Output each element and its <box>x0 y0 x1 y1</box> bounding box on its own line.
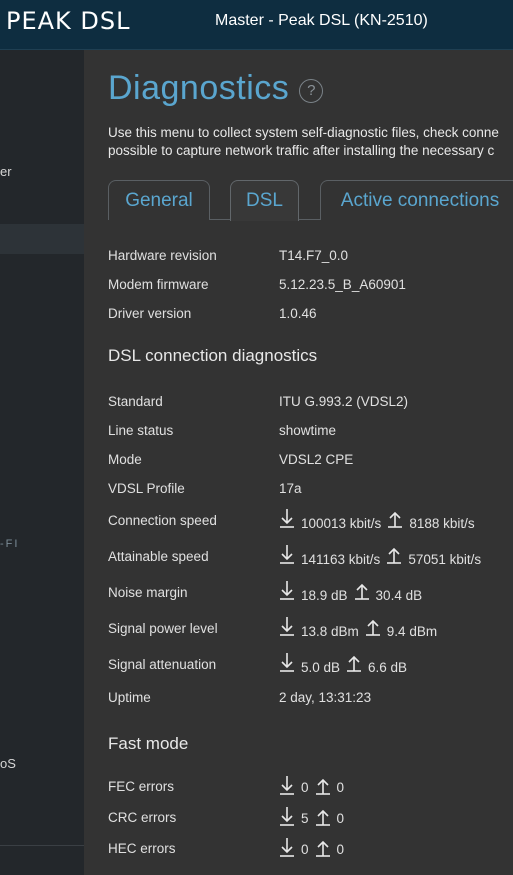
downstream-value: 5.0 dB <box>301 660 341 675</box>
info-label: Hardware revision <box>108 248 217 263</box>
info-value: T14.F7_0.0 <box>279 248 349 263</box>
error-label: CRC errors <box>108 810 177 825</box>
arrow-up-icon <box>346 652 362 672</box>
arrow-down-icon <box>279 775 295 795</box>
arrow-down-icon <box>279 652 295 672</box>
tab-general[interactable]: General <box>108 180 210 220</box>
downstream-errors: 0 <box>301 780 309 795</box>
upstream-value: 8188 kbit/s <box>409 516 475 531</box>
uptime-value: 2 day, 13:31:23 <box>279 690 372 705</box>
arrow-down-icon <box>279 616 295 636</box>
sidebar-item-selected[interactable] <box>0 224 84 254</box>
signal-power-value: 13.8 dBm 9.4 dBm <box>279 616 443 639</box>
downstream-value: 100013 kbit/s <box>301 516 382 531</box>
downstream-value: 13.8 dBm <box>301 624 359 639</box>
section-title-dsl: DSL connection diagnostics <box>108 346 318 365</box>
arrow-down-icon <box>279 508 295 528</box>
arrow-up-icon <box>387 508 403 528</box>
error-label: HEC errors <box>108 841 176 856</box>
downstream-errors: 0 <box>301 842 309 857</box>
dsl-value: ITU G.993.2 (VDSL2) <box>279 394 409 409</box>
downstream-errors: 5 <box>301 811 309 826</box>
sidebar-divider <box>0 845 84 846</box>
error-label: FEC errors <box>108 779 175 794</box>
info-label: Modem firmware <box>108 277 209 292</box>
tab-dsl[interactable]: DSL <box>230 180 299 221</box>
speed-value: 100013 kbit/s 8188 kbit/s <box>279 508 481 531</box>
dsl-value: showtime <box>279 423 337 438</box>
downstream-value: 18.9 dB <box>301 588 348 603</box>
arrow-down-icon <box>279 837 295 857</box>
dsl-label: Mode <box>108 452 142 467</box>
error-value: 0 0 <box>279 775 350 795</box>
dsl-value: VDSL2 CPE <box>279 452 354 467</box>
sidebar: er -FI oS <box>0 50 84 875</box>
info-label: Driver version <box>108 306 192 321</box>
error-value: 5 0 <box>279 806 350 826</box>
arrow-up-icon <box>354 580 370 600</box>
arrow-down-icon <box>279 806 295 826</box>
description-line-2: possible to capture network traffic afte… <box>108 143 495 158</box>
dsl-label: Signal attenuation <box>108 657 217 672</box>
error-value: 0 0 <box>279 837 350 857</box>
arrow-up-icon <box>315 837 331 857</box>
info-value: 1.0.46 <box>279 306 317 321</box>
signal-attenuation-value: 5.0 dB 6.6 dB <box>279 652 413 675</box>
dsl-label: VDSL Profile <box>108 481 185 496</box>
arrow-down-icon <box>279 580 295 600</box>
dsl-label: Uptime <box>108 690 151 705</box>
sidebar-item-partial[interactable]: er <box>0 164 12 179</box>
speed-value: 141163 kbit/s 57051 kbit/s <box>279 544 487 567</box>
downstream-value: 141163 kbit/s <box>301 552 381 567</box>
section-title-fast-mode: Fast mode <box>108 734 189 753</box>
dsl-label: Standard <box>108 394 163 409</box>
help-icon[interactable]: ? <box>299 78 324 103</box>
arrow-up-icon <box>315 806 331 826</box>
sidebar-item-qos[interactable]: oS <box>0 756 16 771</box>
tab-active-connections[interactable]: Active connections <box>320 180 513 220</box>
arrow-down-icon <box>279 544 295 564</box>
dsl-label: Attainable speed <box>108 549 209 564</box>
dsl-label: Signal power level <box>108 621 218 636</box>
top-bar: PEAK DSL Master - Peak DSL (KN-2510) <box>0 0 513 50</box>
arrow-up-icon <box>386 544 402 564</box>
main-content: Diagnostics ? Use this menu to collect s… <box>84 50 513 875</box>
dsl-value: 17a <box>279 481 302 496</box>
brand-logo[interactable]: PEAK DSL <box>6 7 131 35</box>
arrow-up-icon <box>365 616 381 636</box>
info-value: 5.12.23.5_B_A60901 <box>279 277 406 292</box>
dsl-label: Connection speed <box>108 513 217 528</box>
noise-margin-value: 18.9 dB 30.4 dB <box>279 580 428 603</box>
upstream-errors: 0 <box>336 811 345 826</box>
title-row: Diagnostics ? <box>108 69 324 108</box>
arrow-up-icon <box>315 775 331 795</box>
device-title: Master - Peak DSL (KN-2510) <box>215 12 428 29</box>
page-description: Use this menu to collect system self-dia… <box>108 124 513 160</box>
dsl-label: Line status <box>108 423 174 438</box>
upstream-value: 30.4 dB <box>375 588 423 603</box>
upstream-value: 9.4 dBm <box>386 624 438 639</box>
upstream-errors: 0 <box>336 842 345 857</box>
page-title: Diagnostics <box>108 69 290 107</box>
tab-bar: General DSL Active connections <box>108 180 513 221</box>
description-line-1: Use this menu to collect system self-dia… <box>108 125 499 140</box>
upstream-value: 57051 kbit/s <box>408 552 482 567</box>
sidebar-group-label-wifi: -FI <box>0 538 20 550</box>
upstream-value: 6.6 dB <box>368 660 408 675</box>
dsl-label: Noise margin <box>108 585 188 600</box>
upstream-errors: 0 <box>336 780 345 795</box>
